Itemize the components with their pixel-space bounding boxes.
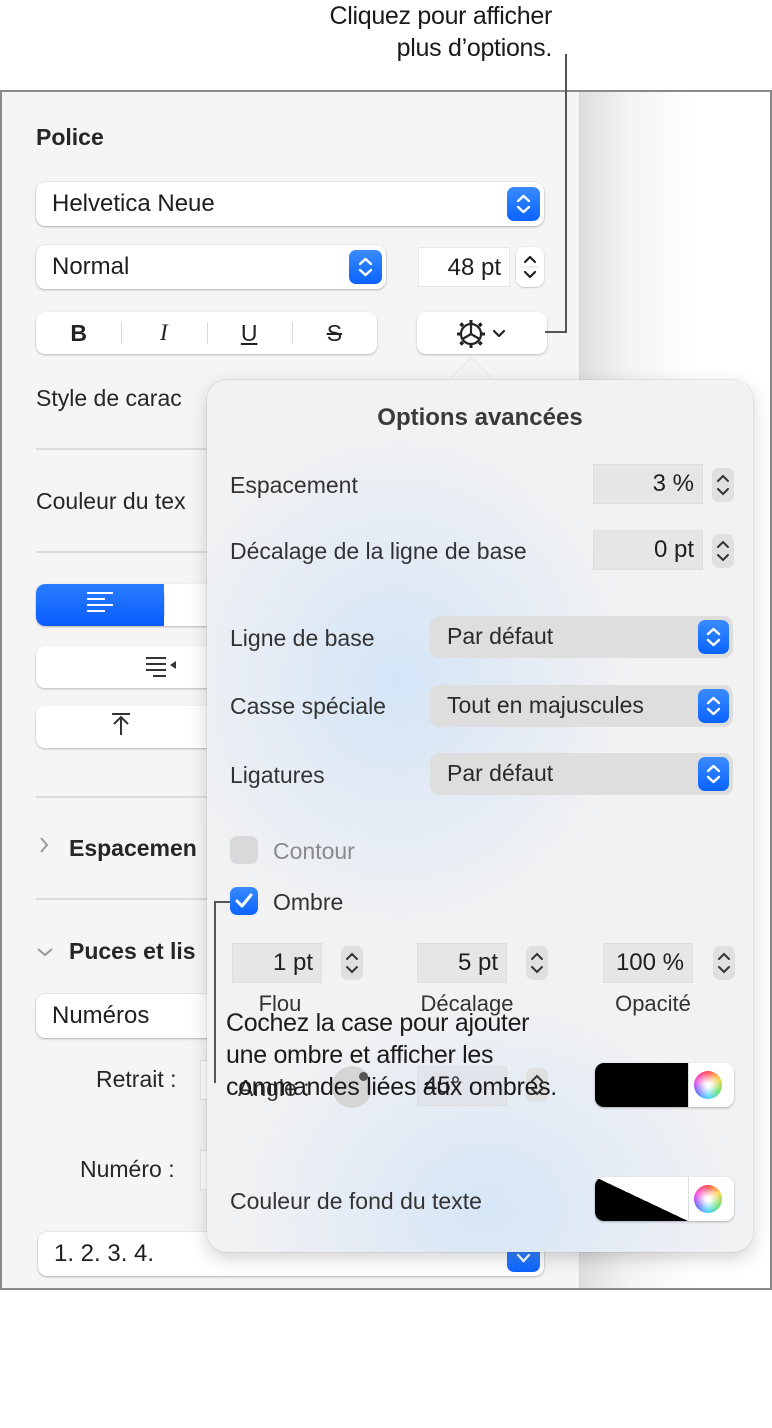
popup-arrows-icon bbox=[698, 620, 729, 654]
callout-more-options: Cliquez pour afficher plus d’options. bbox=[152, 0, 552, 64]
number-label: Numéro : bbox=[80, 1156, 175, 1182]
strikethrough-button[interactable]: S bbox=[291, 312, 377, 354]
no-fill-swatch bbox=[595, 1177, 688, 1221]
baseline-shift-label: Décalage de la ligne de base bbox=[230, 538, 527, 564]
font-family-popup[interactable]: Helvetica Neue bbox=[36, 182, 544, 226]
ligatures-popup[interactable]: Par défaut bbox=[430, 753, 733, 795]
callout-line: une ombre et afficher les bbox=[226, 1041, 494, 1069]
bold-button[interactable]: B bbox=[36, 312, 121, 354]
font-size-stepper[interactable] bbox=[516, 247, 544, 287]
callout-line: Cochez la case pour ajouter bbox=[226, 1009, 530, 1037]
popover-arrow bbox=[447, 358, 495, 382]
character-spacing-label: Espacement bbox=[230, 472, 358, 498]
callout-leader-line bbox=[214, 901, 230, 903]
font-style-value: Normal bbox=[52, 253, 130, 280]
ligatures-label: Ligatures bbox=[230, 762, 325, 788]
character-style-label: Style de carac bbox=[36, 385, 182, 411]
callout-leader-line bbox=[565, 54, 567, 333]
shadow-opacity-stepper[interactable] bbox=[713, 946, 735, 980]
popover-title: Options avancées bbox=[377, 404, 583, 431]
character-spacing-field[interactable]: 3 % bbox=[593, 464, 703, 504]
shadow-blur-stepper[interactable] bbox=[341, 946, 363, 980]
callout-leader-line bbox=[545, 331, 567, 333]
divider bbox=[688, 1063, 689, 1107]
italic-label: I bbox=[160, 320, 168, 345]
advanced-options-popover: Options avancées Espacement 3 % Décalage… bbox=[207, 380, 753, 1252]
shadow-offset-field[interactable]: 5 pt bbox=[417, 943, 507, 983]
shadow-checkbox[interactable] bbox=[230, 887, 258, 915]
chevron-down-icon[interactable] bbox=[35, 942, 55, 965]
shadow-blur-field[interactable]: 1 pt bbox=[232, 943, 322, 983]
color-wheel-icon[interactable] bbox=[694, 1185, 722, 1213]
popup-arrows-icon bbox=[698, 757, 729, 791]
gear-icon bbox=[455, 318, 487, 355]
list-type-value: Numéros bbox=[52, 1002, 150, 1029]
callout-shadow: Cochez la case pour ajouter une ombre et… bbox=[226, 1007, 646, 1103]
popup-arrows-icon bbox=[349, 250, 382, 284]
text-color-label: Couleur du tex bbox=[36, 488, 186, 514]
text-background-color-well[interactable] bbox=[595, 1177, 734, 1221]
color-wheel-icon[interactable] bbox=[694, 1071, 722, 1099]
italic-button[interactable]: I bbox=[121, 312, 206, 354]
number-format-value: 1. 2. 3. 4. bbox=[54, 1240, 155, 1267]
align-left-icon bbox=[85, 589, 115, 621]
spacing-section-toggle[interactable]: Espacemen bbox=[69, 835, 197, 862]
underline-label: U bbox=[240, 319, 258, 346]
decrease-indent-icon bbox=[146, 655, 182, 686]
baseline-label: Ligne de base bbox=[230, 625, 375, 651]
chevron-right-icon[interactable] bbox=[37, 835, 51, 861]
popup-arrows-icon bbox=[507, 187, 540, 221]
callout-leader-line bbox=[214, 901, 216, 1083]
bold-label: B bbox=[70, 319, 87, 346]
underline-button[interactable]: U bbox=[206, 312, 292, 354]
font-size-field[interactable]: 48 pt bbox=[418, 247, 510, 287]
capitalization-popup[interactable]: Tout en majuscules bbox=[430, 685, 733, 727]
checkmark-icon bbox=[235, 893, 253, 908]
chevron-down-icon bbox=[491, 327, 507, 345]
ligatures-value: Par défaut bbox=[447, 760, 554, 786]
baseline-popup[interactable]: Par défaut bbox=[430, 616, 733, 658]
capitalization-label: Casse spéciale bbox=[230, 693, 386, 719]
popup-arrows-icon bbox=[698, 689, 729, 723]
font-style-popup[interactable]: Normal bbox=[36, 245, 386, 289]
shadow-label: Ombre bbox=[273, 889, 344, 915]
shadow-opacity-field[interactable]: 100 % bbox=[603, 943, 693, 983]
advanced-options-button[interactable] bbox=[417, 312, 547, 354]
capitalization-value: Tout en majuscules bbox=[447, 692, 644, 718]
callout-line: Cliquez pour afficher bbox=[329, 2, 552, 30]
callout-line: plus d’options. bbox=[396, 34, 553, 62]
font-family-value: Helvetica Neue bbox=[52, 190, 215, 217]
outline-checkbox[interactable] bbox=[230, 836, 258, 864]
align-left-button[interactable] bbox=[36, 584, 164, 626]
align-top-button[interactable] bbox=[36, 706, 206, 748]
outline-label: Contour bbox=[273, 838, 355, 864]
shadow-offset-stepper[interactable] bbox=[526, 946, 548, 980]
bullets-section-toggle[interactable]: Puces et lis bbox=[69, 938, 196, 965]
list-type-popup[interactable]: Numéros bbox=[36, 994, 236, 1038]
text-background-color-label: Couleur de fond du texte bbox=[230, 1188, 482, 1214]
baseline-shift-field[interactable]: 0 pt bbox=[593, 530, 703, 570]
divider bbox=[688, 1177, 689, 1221]
character-spacing-stepper[interactable] bbox=[712, 468, 734, 502]
baseline-shift-stepper[interactable] bbox=[712, 534, 734, 568]
indent-label: Retrait : bbox=[96, 1066, 177, 1092]
callout-line: commandes liées aux ombres. bbox=[226, 1073, 557, 1101]
strikethrough-label: S bbox=[326, 319, 343, 346]
font-section-title: Police bbox=[36, 124, 104, 150]
align-top-icon bbox=[110, 711, 132, 743]
text-style-segmented-control: B I U S bbox=[36, 312, 377, 354]
baseline-value: Par défaut bbox=[447, 623, 554, 649]
